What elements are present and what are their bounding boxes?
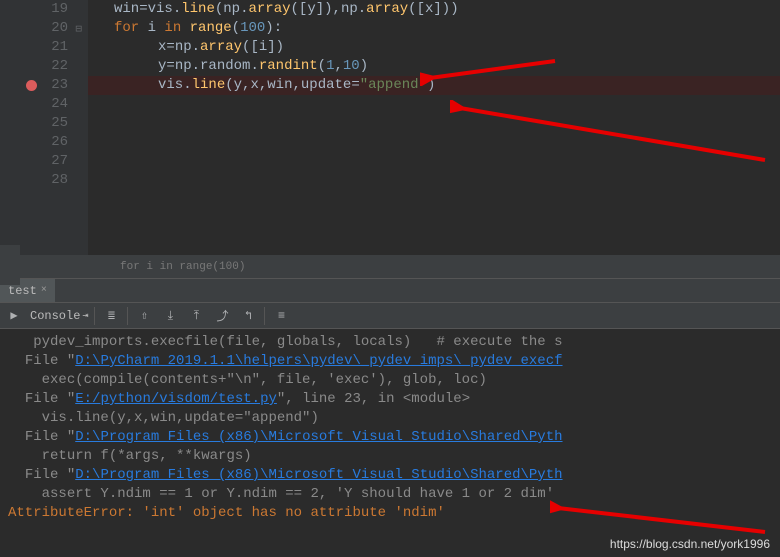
code-line[interactable] xyxy=(88,114,780,133)
traceback-link[interactable]: D:\PyCharm 2019.1.1\helpers\pydev\_pydev… xyxy=(75,353,562,369)
console-line: File "D:\Program Files (x86)\Microsoft V… xyxy=(8,428,772,447)
console-output[interactable]: pydev_imports.execfile(file, globals, lo… xyxy=(0,329,780,527)
console-line: File "E:/python/visdom/test.py", line 23… xyxy=(8,390,772,409)
console-line: exec(compile(contents+"\n", file, 'exec'… xyxy=(8,371,772,390)
run-icon[interactable]: ▶ xyxy=(4,306,24,326)
code-line[interactable]: vis.line(y,x,win,update="append") xyxy=(88,76,780,95)
line-number[interactable]: 25 xyxy=(0,114,68,133)
traceback-link[interactable]: E:/python/visdom/test.py xyxy=(75,391,277,407)
line-number[interactable]: 19 xyxy=(0,0,68,19)
separator xyxy=(127,307,128,325)
toolbar-icon[interactable]: ↰ xyxy=(238,306,258,326)
breakpoint-icon[interactable] xyxy=(26,80,37,91)
pin-icon: ⇥ xyxy=(82,310,88,322)
line-number[interactable]: 27 xyxy=(0,152,68,171)
console-line: pydev_imports.execfile(file, globals, lo… xyxy=(8,333,772,352)
console-line: File "D:\PyCharm 2019.1.1\helpers\pydev\… xyxy=(8,352,772,371)
line-number[interactable]: 21 xyxy=(0,38,68,57)
editor-area: 1920⊟2122232425262728 win=vis.line(np.ar… xyxy=(0,0,780,255)
close-icon[interactable]: × xyxy=(41,279,47,303)
console-line: File "D:\Program Files (x86)\Microsoft V… xyxy=(8,466,772,485)
code-line[interactable] xyxy=(88,171,780,190)
code-line[interactable] xyxy=(88,95,780,114)
console-line: AttributeError: 'int' object has no attr… xyxy=(8,504,772,523)
watermark: https://blog.csdn.net/york1996 xyxy=(610,537,770,551)
console-line: assert Y.ndim == 1 or Y.ndim == 2, 'Y sh… xyxy=(8,485,772,504)
toolbar-icon[interactable]: ⤓ xyxy=(160,306,180,326)
code-line[interactable]: win=vis.line(np.array([y]),np.array([x])… xyxy=(88,0,780,19)
toolbar-icon[interactable]: ⤴ xyxy=(212,306,232,326)
tool-window-strip xyxy=(0,245,20,285)
code-line[interactable]: for i in range(100): xyxy=(88,19,780,38)
console-toolbar: ▶ Console ⇥ ≣ ⇧ ⤓ ⤒ ⤴ ↰ ≡ xyxy=(0,303,780,329)
line-number[interactable]: 20⊟ xyxy=(0,19,68,38)
line-number[interactable]: 22 xyxy=(0,57,68,76)
code-area[interactable]: win=vis.line(np.array([y]),np.array([x])… xyxy=(88,0,780,255)
line-number[interactable]: 23 xyxy=(0,76,68,95)
line-number[interactable]: 26 xyxy=(0,133,68,152)
separator xyxy=(94,307,95,325)
console-label[interactable]: Console ⇥ xyxy=(30,309,88,323)
code-line[interactable]: x=np.array([i]) xyxy=(88,38,780,57)
code-line[interactable] xyxy=(88,152,780,171)
traceback-link[interactable]: D:\Program Files (x86)\Microsoft Visual … xyxy=(75,429,562,445)
toolbar-icon[interactable]: ≡ xyxy=(271,306,291,326)
line-number[interactable]: 28 xyxy=(0,171,68,190)
code-line[interactable]: y=np.random.randint(1,10) xyxy=(88,57,780,76)
console-line: vis.line(y,x,win,update="append") xyxy=(8,409,772,428)
line-number[interactable]: 24 xyxy=(0,95,68,114)
toolbar-icon[interactable]: ⇧ xyxy=(134,306,154,326)
breadcrumb[interactable]: for i in range(100) xyxy=(0,255,780,279)
toolbar-icon[interactable]: ≣ xyxy=(101,306,121,326)
line-gutter: 1920⊟2122232425262728 xyxy=(0,0,88,255)
tool-window-tabs: test × xyxy=(0,279,780,303)
console-line: return f(*args, **kwargs) xyxy=(8,447,772,466)
code-line[interactable] xyxy=(88,133,780,152)
fold-icon[interactable]: ⊟ xyxy=(75,21,82,40)
traceback-link[interactable]: D:\Program Files (x86)\Microsoft Visual … xyxy=(75,467,562,483)
toolbar-icon[interactable]: ⤒ xyxy=(186,306,206,326)
separator xyxy=(264,307,265,325)
